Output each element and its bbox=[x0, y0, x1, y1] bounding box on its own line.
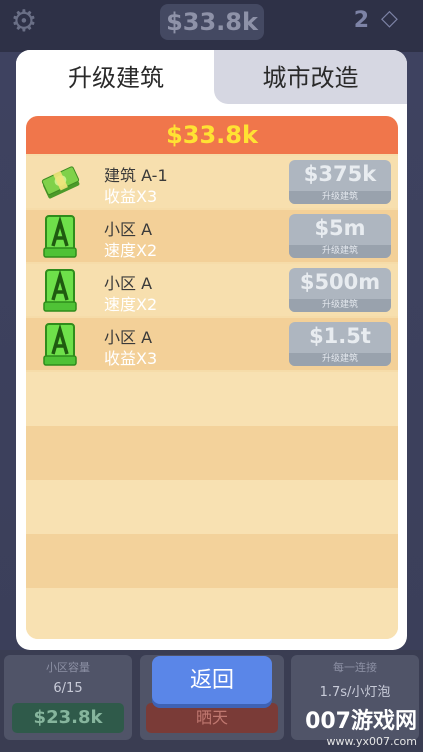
upgrade-price: $1.5t bbox=[309, 324, 371, 348]
connection-value: 1.7s/小灯泡 bbox=[319, 685, 391, 700]
upgrade-effect: 速度X2 bbox=[104, 295, 158, 314]
diamond-icon: ◇ bbox=[381, 6, 398, 31]
upgrade-list-panel: $33.8k 建筑 A-1 收益X3 $375k 升级建筑 小区 A 速度X2 … bbox=[26, 116, 398, 639]
top-money: $33.8k bbox=[160, 4, 264, 40]
gem-count: 2 bbox=[353, 8, 369, 33]
cash-stack-icon bbox=[41, 166, 80, 199]
middle-card-button[interactable]: 晒天 bbox=[146, 703, 278, 733]
upgrade-caption: 升级建筑 bbox=[289, 245, 391, 258]
upgrade-row: 小区 A 收益X3 $1.5t 升级建筑 bbox=[26, 318, 398, 370]
balance-header: $33.8k bbox=[26, 116, 398, 154]
upgrade-row: 小区 A 速度X2 $500m 升级建筑 bbox=[26, 264, 398, 316]
upgrade-price: $375k bbox=[303, 162, 377, 186]
upgrade-caption: 升级建筑 bbox=[289, 299, 391, 312]
empty-row bbox=[26, 480, 398, 534]
a-block-icon bbox=[43, 269, 77, 312]
watermark-url: www.yx007.com bbox=[326, 735, 417, 748]
gear-icon[interactable]: ⚙ bbox=[8, 6, 40, 38]
upgrade-effect: 收益X3 bbox=[104, 349, 158, 368]
upgrade-caption: 升级建筑 bbox=[289, 191, 391, 204]
connection-label: 每一连接 bbox=[333, 661, 377, 674]
watermark: 007游戏网 www.yx007.com bbox=[305, 703, 417, 748]
capacity-card[interactable]: 小区容量 6/15 $23.8k bbox=[4, 655, 132, 740]
upgrade-buy-button[interactable]: $500m 升级建筑 bbox=[289, 268, 391, 312]
empty-row bbox=[26, 588, 398, 639]
empty-row bbox=[26, 372, 398, 426]
upgrade-effect: 收益X3 bbox=[104, 187, 158, 206]
empty-row bbox=[26, 534, 398, 588]
watermark-logo: 007游戏网 bbox=[305, 709, 417, 734]
upgrade-buy-button[interactable]: $1.5t 升级建筑 bbox=[289, 322, 391, 366]
empty-row bbox=[26, 426, 398, 480]
upgrade-buy-button[interactable]: $5m 升级建筑 bbox=[289, 214, 391, 258]
upgrade-price: $5m bbox=[314, 216, 366, 240]
upgrade-price: $500m bbox=[299, 270, 381, 294]
capacity-value: 6/15 bbox=[53, 681, 83, 696]
tab-city-renovation[interactable]: 城市改造 bbox=[214, 50, 407, 104]
tab-upgrade-building[interactable]: 升级建筑 bbox=[16, 50, 216, 104]
upgrade-row: 小区 A 速度X2 $5m 升级建筑 bbox=[26, 210, 398, 262]
capacity-label: 小区容量 bbox=[46, 661, 90, 674]
back-button[interactable]: 返回 bbox=[152, 656, 272, 704]
upgrade-buy-button[interactable]: $375k 升级建筑 bbox=[289, 160, 391, 204]
upgrade-caption: 升级建筑 bbox=[289, 353, 391, 366]
a-block-icon bbox=[43, 215, 77, 258]
capacity-money: $23.8k bbox=[12, 703, 124, 733]
upgrade-effect: 速度X2 bbox=[104, 241, 158, 260]
upgrade-row: 建筑 A-1 收益X3 $375k 升级建筑 bbox=[26, 156, 398, 208]
a-block-icon bbox=[43, 323, 77, 366]
